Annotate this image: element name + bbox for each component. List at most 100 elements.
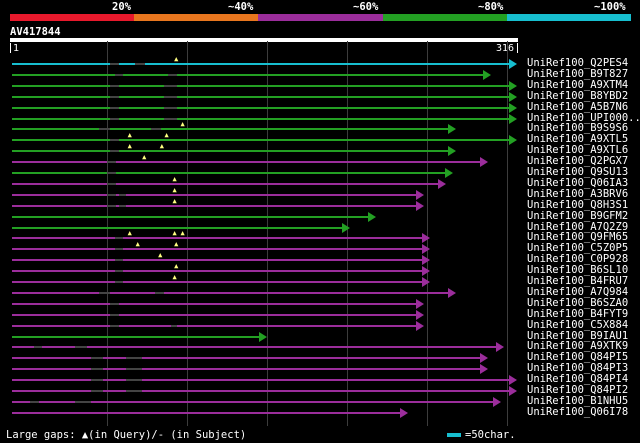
hit-end-arrow [422, 244, 431, 255]
hit-end-arrow [399, 407, 408, 418]
subject-gap [109, 84, 120, 87]
subject-gap [90, 390, 104, 392]
hit-alignment-line [12, 302, 417, 305]
hit-end-arrow [509, 59, 517, 69]
hit-alignment-line [12, 193, 417, 196]
subject-gap [154, 291, 165, 294]
hit-alignment-line [12, 182, 439, 185]
hit-alignment-line [12, 379, 509, 382]
hit-alignment-line [12, 95, 509, 98]
subject-gap [106, 182, 117, 185]
query-gap-marker: ▲ [159, 142, 164, 151]
hit-end-arrow [422, 233, 431, 244]
query-gap-marker: ▲ [174, 240, 179, 249]
subject-gap [90, 368, 104, 371]
hit-end-arrow [416, 200, 425, 211]
hit-end-arrow [416, 298, 425, 309]
hit-end-arrow [509, 80, 517, 91]
hit-alignment-line [12, 335, 259, 338]
subject-gap [109, 313, 120, 316]
hit-end-arrow [509, 102, 517, 113]
subject-gap [106, 172, 117, 174]
subject-gap [125, 357, 142, 360]
subject-gap [109, 63, 120, 65]
hit-alignment-line [12, 411, 400, 414]
query-gap-marker: ▲ [135, 240, 140, 249]
hit-end-arrow [416, 309, 425, 320]
subject-gap [119, 204, 126, 207]
subject-gap [98, 128, 110, 131]
legend-color-bar-5 [506, 14, 632, 21]
subject-gap [164, 117, 178, 120]
subject-gap [114, 270, 123, 273]
hit-label[interactable]: UniRef100_Q06I78 [527, 406, 628, 418]
ruler-start-tick [10, 43, 11, 53]
subject-gap [90, 379, 104, 382]
hit-end-arrow [422, 277, 431, 287]
hit-end-arrow [483, 69, 492, 80]
hit-end-arrow [509, 375, 517, 386]
query-gap-marker: ▲ [127, 142, 132, 151]
hit-end-arrow [480, 364, 489, 375]
subject-gap [114, 248, 123, 251]
hit-alignment-line [12, 139, 509, 142]
hit-end-arrow [438, 178, 447, 189]
subject-gap [170, 324, 178, 327]
hit-end-arrow [422, 266, 431, 277]
query-id: AV417844 [10, 26, 61, 38]
subject-gap [106, 204, 117, 207]
query-gap-marker: ▲ [172, 174, 177, 183]
subject-gap [164, 84, 178, 87]
hit-alignment-line [12, 172, 445, 174]
hit-alignment-line [12, 128, 449, 131]
hit-alignment-line [12, 73, 484, 76]
hit-end-arrow [480, 157, 489, 168]
subject-gap [109, 139, 120, 142]
scale-text: =50char. [465, 429, 516, 441]
legend-color-bar-4 [382, 14, 508, 21]
hit-end-arrow [416, 189, 425, 200]
legend-label-40: ~40% [228, 1, 254, 13]
subject-gap [109, 117, 120, 120]
query-gap-marker: ▲ [158, 251, 163, 260]
query-gap-marker: ▲ [180, 229, 185, 238]
hit-label[interactable]: UniRef100_A5B7N6 [527, 101, 628, 113]
hit-end-arrow [509, 113, 517, 124]
query-gap-marker: ▲ [180, 120, 185, 129]
subject-gap [151, 128, 162, 131]
subject-gap [135, 63, 146, 65]
subject-gap [29, 400, 40, 403]
query-gap-marker: ▲ [174, 262, 179, 271]
query-gap-marker: ▲ [127, 131, 132, 140]
subject-gap [114, 259, 123, 262]
hit-alignment-line [12, 106, 509, 109]
hit-end-arrow [448, 287, 457, 298]
hit-alignment-line [12, 248, 423, 251]
subject-gap [114, 237, 123, 240]
subject-gap [109, 324, 120, 327]
subject-gap [164, 106, 178, 109]
subject-gap [167, 73, 178, 76]
hit-end-arrow [258, 331, 267, 342]
hit-end-arrow [422, 255, 431, 266]
hit-end-arrow [496, 342, 505, 353]
query-gap-marker: ▲ [172, 196, 177, 205]
hit-label[interactable]: UniRef100_B9GFM2 [527, 210, 628, 222]
query-gap-marker: ▲ [164, 131, 169, 140]
hit-alignment-line [12, 313, 417, 316]
query-gap-marker: ▲ [172, 273, 177, 281]
hit-alignment-line [12, 117, 509, 120]
subject-gap [98, 291, 110, 294]
hit-end-arrow [448, 124, 457, 135]
hit-end-arrow [492, 396, 501, 407]
query-gap-marker: ▲ [172, 229, 177, 238]
hit-label[interactable]: UniRef100_C5X884 [527, 319, 628, 331]
hit-alignment-line [12, 324, 417, 327]
grid-line [507, 41, 508, 426]
subject-gap [74, 346, 88, 349]
hit-end-arrow [416, 320, 425, 331]
large-gaps-legend: Large gaps: ▲(in Query)/- (in Subject) [6, 429, 247, 441]
hit-alignment-line [12, 226, 343, 229]
hit-alignment-line [12, 270, 423, 273]
hit-alignment-line [12, 150, 449, 153]
